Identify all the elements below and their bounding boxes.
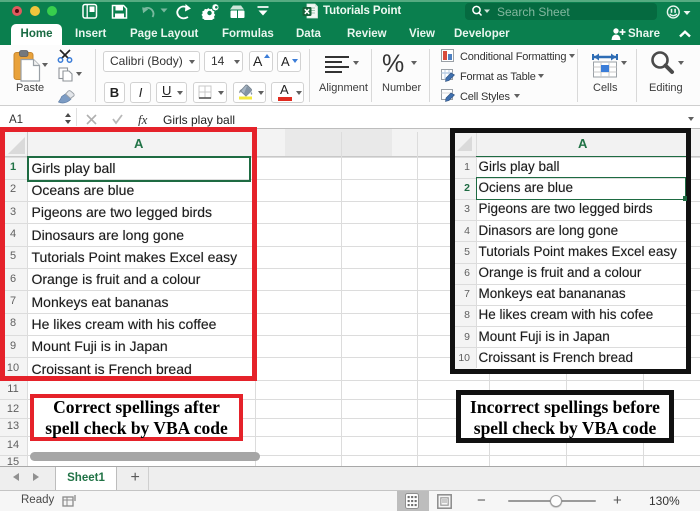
svg-text:fx: fx <box>138 113 148 126</box>
